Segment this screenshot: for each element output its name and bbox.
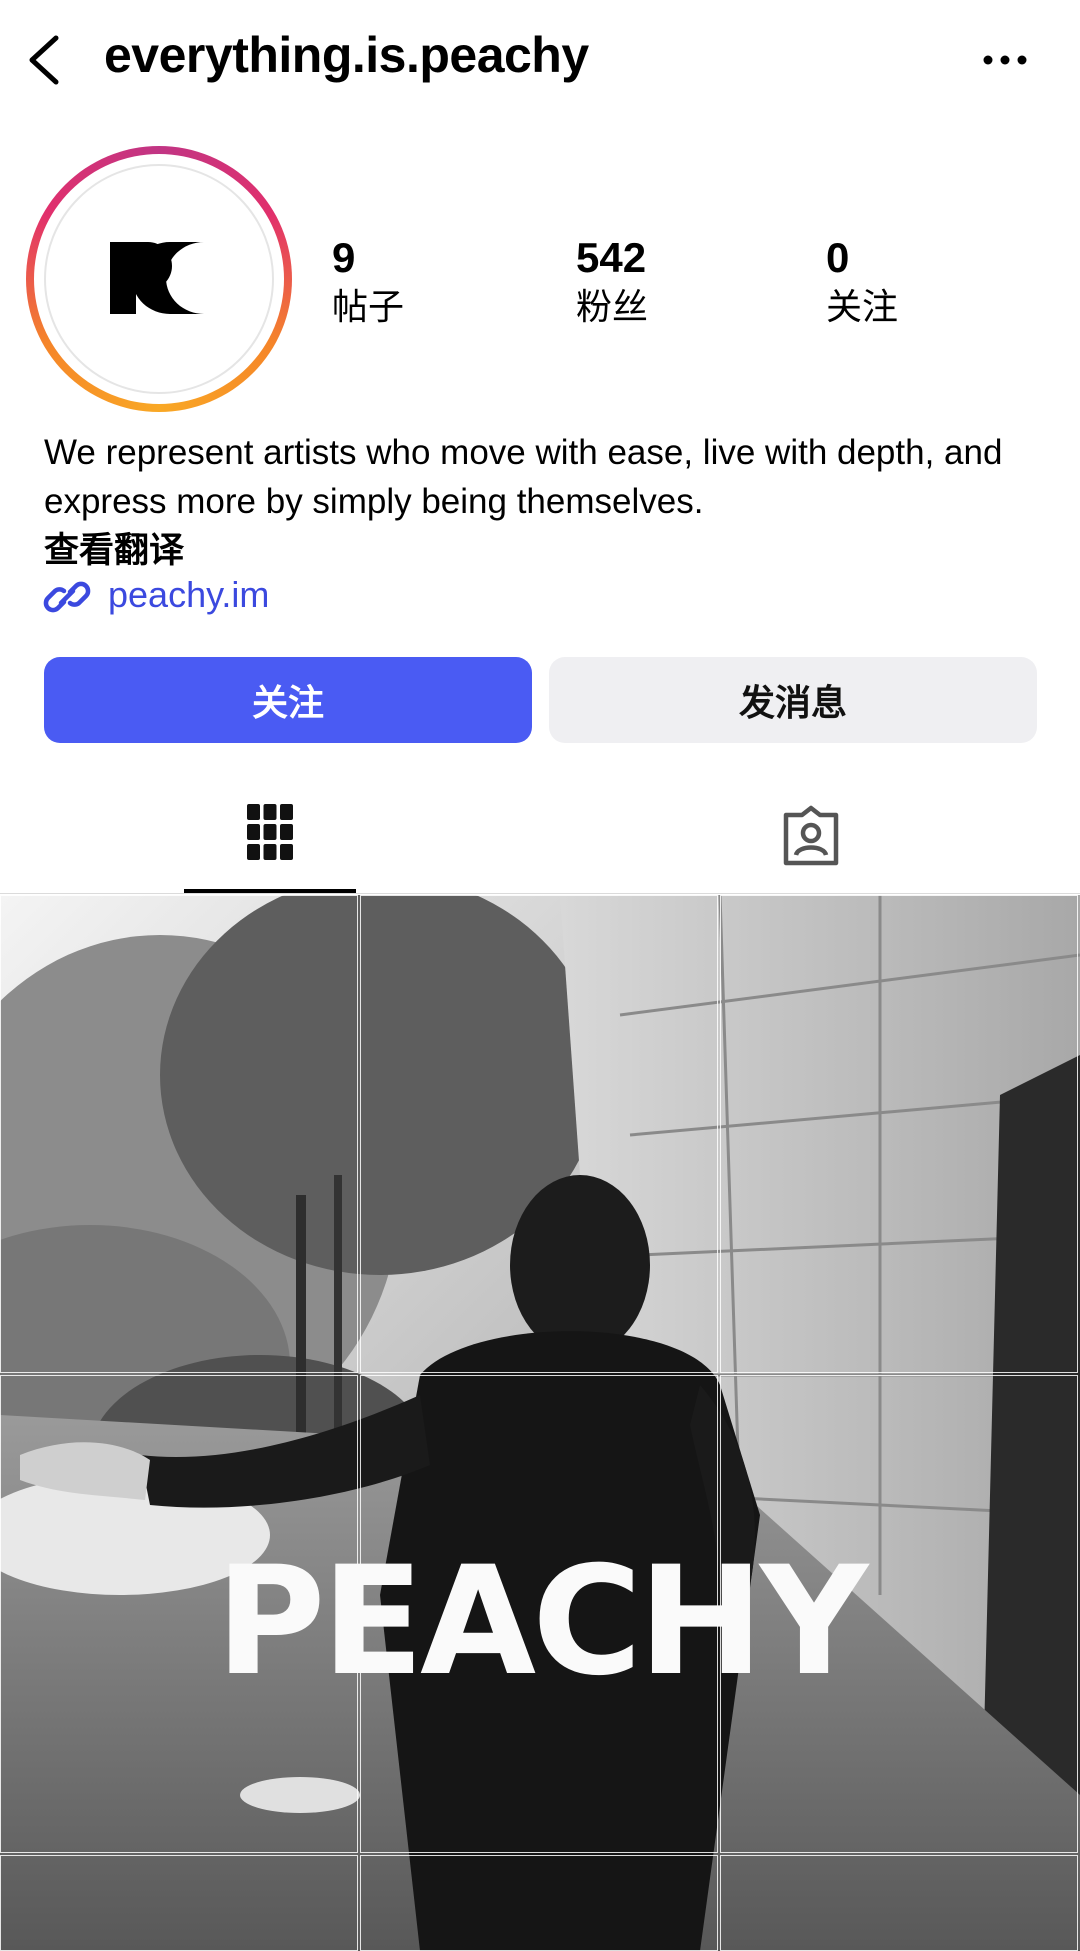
- stat-posts[interactable]: 9 帖子: [332, 232, 404, 330]
- back-button[interactable]: [18, 28, 78, 92]
- website-link[interactable]: peachy.im: [108, 574, 269, 616]
- stat-followers[interactable]: 542 粉丝: [576, 232, 648, 330]
- grid-post[interactable]: [720, 895, 1078, 1373]
- avatar: [44, 164, 274, 394]
- following-count: 0: [826, 234, 850, 281]
- tab-tagged[interactable]: [540, 775, 1080, 895]
- grid-post[interactable]: [360, 895, 718, 1373]
- message-button[interactable]: 发消息: [549, 657, 1037, 743]
- stat-following[interactable]: 0 关注: [826, 232, 898, 330]
- username-title: everything.is.peachy: [104, 27, 589, 83]
- follow-button[interactable]: 关注: [44, 657, 532, 743]
- followers-label: 粉丝: [576, 286, 649, 327]
- followers-count: 542: [576, 234, 647, 281]
- posts-count: 9: [332, 234, 356, 281]
- see-translation-link[interactable]: 查看翻译: [44, 522, 184, 573]
- posts-grid: PEACHY: [0, 895, 1080, 1951]
- tab-divider: [0, 893, 1080, 894]
- grid-post[interactable]: [720, 1855, 1078, 1951]
- grid-post[interactable]: [0, 1855, 358, 1951]
- chevron-left-icon: [29, 35, 59, 85]
- profile-header: everything.is.peachy: [0, 0, 1080, 120]
- ellipsis-icon: [983, 55, 1027, 65]
- grid-post[interactable]: [0, 895, 358, 1373]
- following-label: 关注: [826, 286, 899, 327]
- link-icon: [43, 581, 91, 613]
- tagged-person-icon: [783, 805, 839, 866]
- grid-post[interactable]: [360, 1855, 718, 1951]
- more-options-button[interactable]: [980, 40, 1030, 80]
- grid-icon: [247, 804, 293, 860]
- profile-bio: We represent artists who move with ease,…: [44, 433, 1003, 521]
- peachy-logo-icon: [110, 242, 204, 314]
- grid-overlay-text: PEACHY: [215, 1535, 869, 1709]
- posts-label: 帖子: [332, 286, 405, 327]
- tab-posts-grid[interactable]: [0, 775, 540, 895]
- story-ring[interactable]: [26, 146, 292, 412]
